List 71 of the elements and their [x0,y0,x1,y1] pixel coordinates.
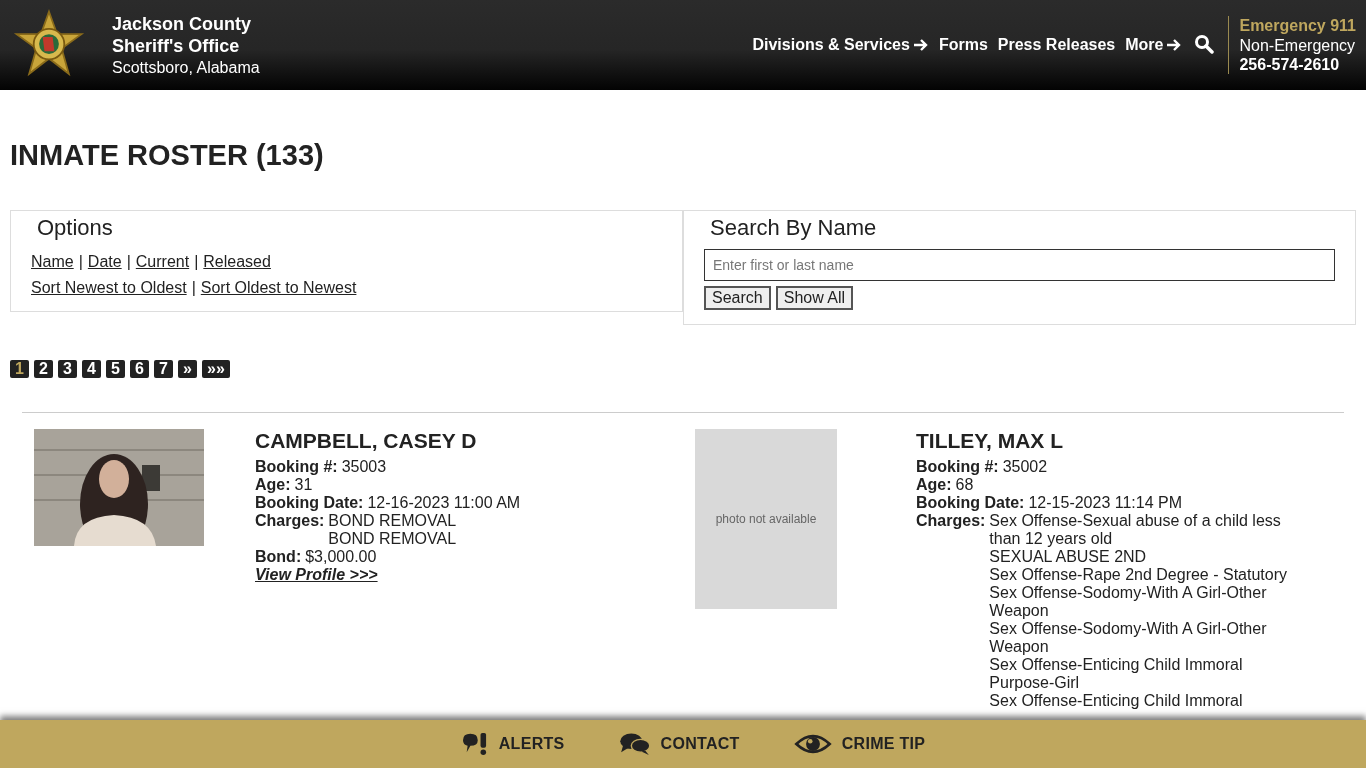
page-link[interactable]: 6 [130,360,149,378]
sort-link[interactable]: Current [135,249,190,275]
field-value: 31 [294,476,314,494]
field-label: Age: [255,476,291,494]
separator: | [78,252,83,272]
field-label: Booking Date: [916,494,1025,512]
field-value: BOND REMOVAL [328,512,458,530]
sort-link[interactable]: Sort Newest to Oldest [31,275,187,301]
field-value: 35002 [1002,458,1049,476]
inmate-name: CAMPBELL, CASEY D [255,429,478,453]
site-title[interactable]: Sheriff's Office [112,34,260,57]
search-icon[interactable] [1194,34,1215,54]
field-value: BOND REMOVAL [328,530,458,548]
footer-link[interactable]: CONTACT [618,732,740,756]
alert-bubble-icon [460,732,489,756]
site-subtitle: Scottsboro, Alabama [112,57,260,78]
page-link[interactable]: 4 [82,360,101,378]
view-profile-link[interactable]: View Profile >>> [255,566,378,583]
inmate-name: TILLEY, MAX L [916,429,1064,453]
search-button[interactable]: Show All [775,286,854,310]
nav-link[interactable]: More [1125,36,1183,54]
page-link[interactable]: » [178,360,197,378]
field-value: Sex Offense-Sodomy-With A Girl-Other Weapon [989,584,1268,620]
panel-legend: Options [37,215,662,241]
sort-link[interactable]: Date [87,249,122,275]
footer-link[interactable]: CRIME TIP [793,732,926,756]
field-value: Sex Offense-Rape 2nd Degree - Statutory [989,566,1288,584]
non-emergency-label: Non-Emergency [1239,36,1356,56]
field-value: Sex Offense-Enticing Child Immoral [989,692,1244,710]
field-label: Charges: [916,512,986,531]
page-link[interactable]: 2 [34,360,53,378]
page-link[interactable]: 1 [10,360,29,378]
sort-link[interactable]: Released [203,249,271,275]
separator: | [126,252,131,272]
name-search-field[interactable]: Enter first or last name [704,249,1335,281]
footer-link[interactable]: ALERTS [460,732,565,756]
phone-number[interactable]: 256-574-2610 [1239,56,1356,74]
site-title[interactable]: Jackson County [112,12,260,35]
field-value: 68 [955,476,975,494]
field-label: Booking Date: [255,494,364,512]
sort-link[interactable]: Name [31,249,74,275]
separator: | [194,252,199,272]
field-value: Sex Offense-Sexual abuse of a child less than 12 years old [989,512,1282,548]
field-label: Bond: [255,548,302,566]
field-value: $3,000.00 [305,548,378,566]
field-value: 12-16-2023 11:00 AM [367,494,522,512]
chat-bubbles-icon [618,732,651,756]
field-value: SEXUAL ABUSE 2ND [989,548,1148,566]
nav-link[interactable]: Divisions & Services [752,36,929,54]
sort-link[interactable]: Sort Oldest to Newest [200,275,357,301]
page-link[interactable]: 5 [106,360,125,378]
field-value: 35003 [341,458,388,476]
field-value: 12-15-2023 11:14 PM [1028,494,1184,512]
nav-link[interactable]: Press Releases [997,36,1116,54]
page-title: INMATE ROSTER (133) [10,138,325,172]
emergency-number: Emergency 911 [1239,16,1356,36]
photo-unavailable-text: photo not available [715,512,817,526]
field-value: Sex Offense-Sodomy-With A Girl-Other Weapon [989,620,1268,656]
field-label: Age: [916,476,952,494]
page-link[interactable]: »» [202,360,230,378]
field-label: Booking #: [255,458,338,476]
eye-icon [793,732,832,756]
field-label: Charges: [255,512,325,531]
search-button[interactable]: Search [704,286,771,310]
field-label: Booking #: [916,458,999,476]
page-link[interactable]: 3 [58,360,77,378]
page-link[interactable]: 7 [154,360,173,378]
separator: | [191,278,196,298]
field-value: Sex Offense-Enticing Child Immoral Purpose-Girl [989,656,1244,692]
panel-legend: Search By Name [710,215,1335,241]
nav-link[interactable]: Forms [938,36,988,54]
